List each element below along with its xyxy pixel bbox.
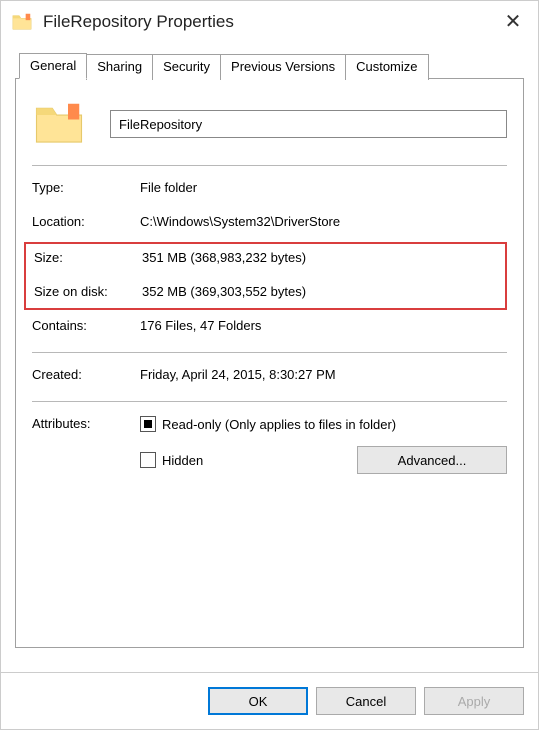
apply-button[interactable]: Apply xyxy=(424,687,524,715)
size-on-disk-value: 352 MB (369,303,552 bytes) xyxy=(142,284,497,302)
tab-sharing[interactable]: Sharing xyxy=(86,54,153,80)
divider xyxy=(32,352,507,353)
dialog-footer: OK Cancel Apply xyxy=(1,672,538,729)
divider xyxy=(32,401,507,402)
tab-customize[interactable]: Customize xyxy=(345,54,428,80)
hidden-label: Hidden xyxy=(162,453,203,468)
close-icon[interactable]: ✕ xyxy=(498,12,528,32)
contains-label: Contains: xyxy=(32,318,140,336)
created-value: Friday, April 24, 2015, 8:30:27 PM xyxy=(140,367,507,385)
size-label: Size: xyxy=(34,250,142,268)
size-value: 351 MB (368,983,232 bytes) xyxy=(142,250,497,268)
ok-button[interactable]: OK xyxy=(208,687,308,715)
size-highlight-box: Size: 351 MB (368,983,232 bytes) Size on… xyxy=(24,242,507,310)
window-title: FileRepository Properties xyxy=(43,12,498,32)
divider xyxy=(32,165,507,166)
tab-previous-versions[interactable]: Previous Versions xyxy=(220,54,346,80)
cancel-button[interactable]: Cancel xyxy=(316,687,416,715)
type-value: File folder xyxy=(140,180,507,198)
type-label: Type: xyxy=(32,180,140,198)
folder-name-input[interactable] xyxy=(110,110,507,138)
tab-strip: General Sharing Security Previous Versio… xyxy=(19,53,524,79)
attributes-label: Attributes: xyxy=(32,416,140,431)
hidden-checkbox[interactable] xyxy=(140,452,156,468)
tab-general[interactable]: General xyxy=(19,53,87,79)
readonly-checkbox[interactable] xyxy=(140,416,156,432)
size-on-disk-label: Size on disk: xyxy=(34,284,142,302)
location-value: C:\Windows\System32\DriverStore xyxy=(140,214,507,232)
advanced-button[interactable]: Advanced... xyxy=(357,446,507,474)
folder-large-icon xyxy=(32,97,86,151)
titlebar: FileRepository Properties ✕ xyxy=(1,1,538,43)
created-label: Created: xyxy=(32,367,140,385)
folder-icon xyxy=(11,11,33,33)
readonly-label: Read-only (Only applies to files in fold… xyxy=(162,417,396,432)
location-label: Location: xyxy=(32,214,140,232)
contains-value: 176 Files, 47 Folders xyxy=(140,318,507,336)
general-panel: Type: File folder Location: C:\Windows\S… xyxy=(15,78,524,648)
tab-security[interactable]: Security xyxy=(152,54,221,80)
